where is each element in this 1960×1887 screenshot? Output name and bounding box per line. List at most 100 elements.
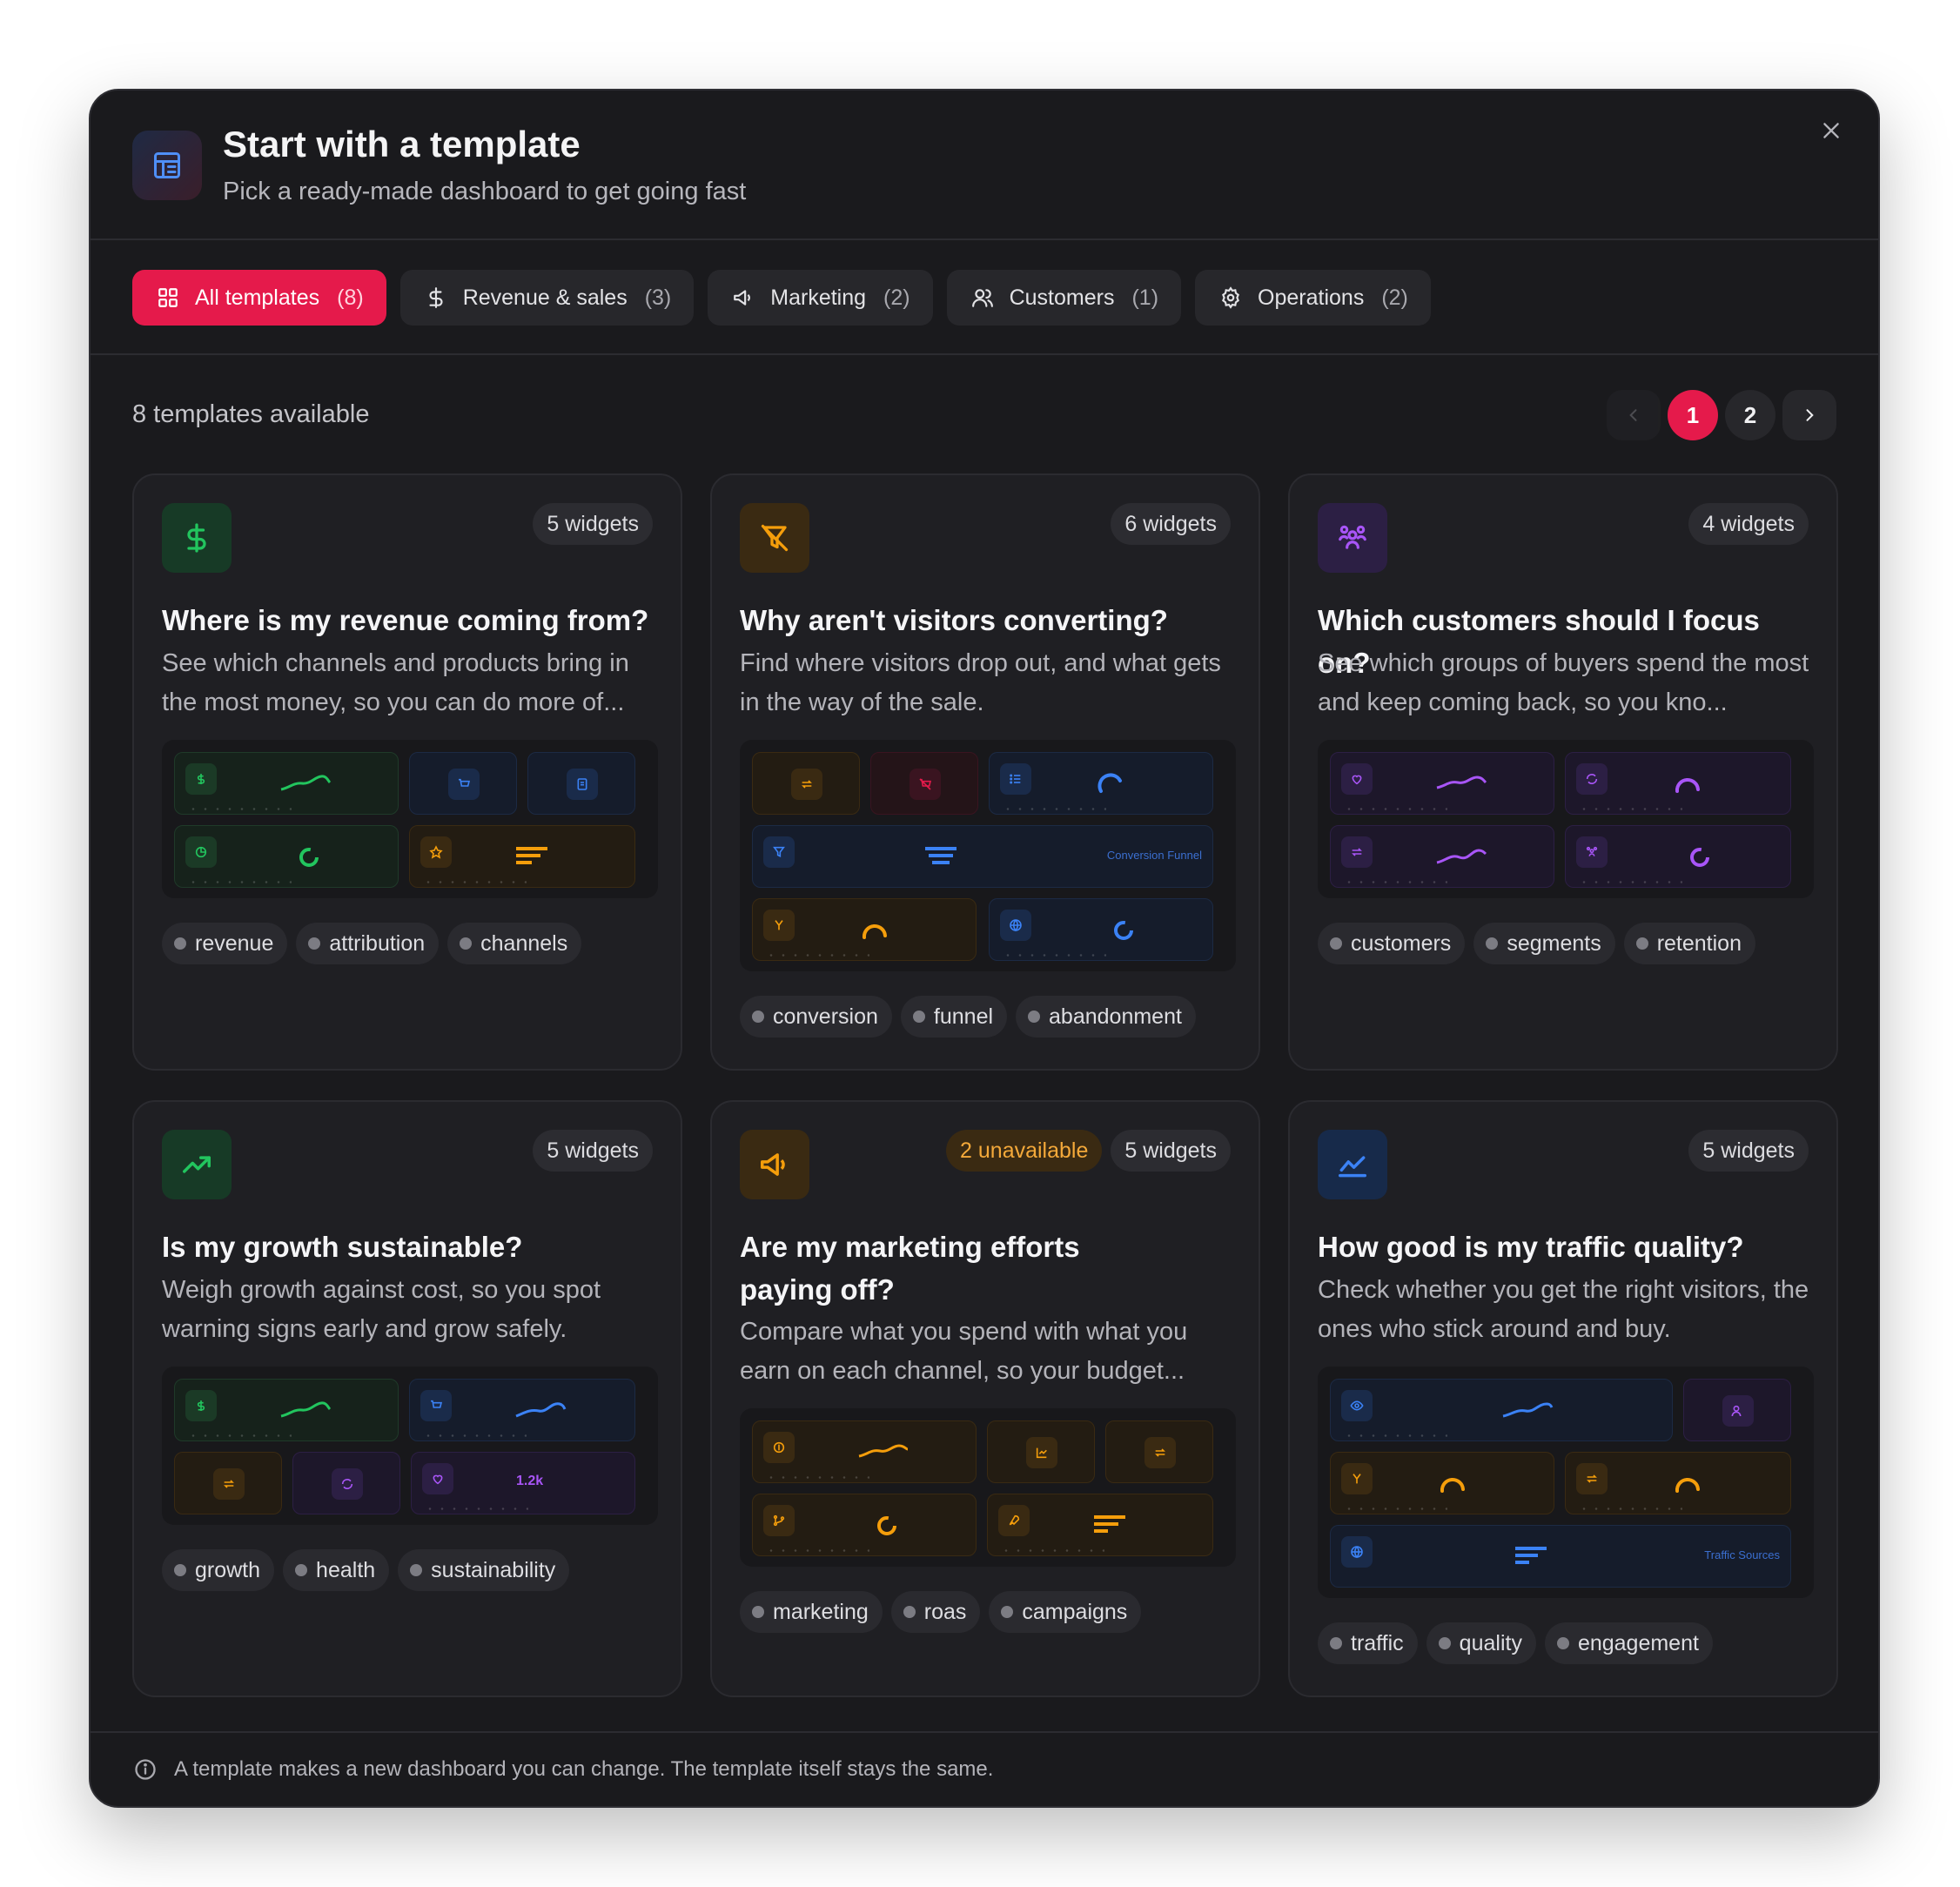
preview-widget [1565, 1452, 1791, 1514]
cart-icon [420, 1390, 452, 1421]
close-icon [1823, 123, 1839, 138]
template-card-growth[interactable]: 5 widgets Is my growth sustainable? Weig… [132, 1100, 682, 1697]
refresh-icon [332, 1468, 363, 1500]
tab-count: (1) [1131, 285, 1159, 310]
widget-count-badge: 5 widgets [1111, 1130, 1231, 1172]
tab-operations[interactable]: Operations (2) [1195, 270, 1431, 326]
tag[interactable]: growth [162, 1549, 275, 1591]
tab-label: Marketing [770, 285, 867, 310]
users-icon [970, 285, 996, 311]
template-card-traffic[interactable]: 5 widgets How good is my traffic quality… [1288, 1100, 1838, 1697]
pie-chart-icon [185, 836, 217, 868]
preview-widget: Traffic Sources [1330, 1525, 1791, 1588]
tag[interactable]: funnel [900, 996, 1008, 1038]
modal-footer: A template makes a new dashboard you can… [91, 1731, 1878, 1806]
tag[interactable]: segments [1473, 923, 1615, 964]
megaphone-icon [730, 285, 756, 311]
tab-label: All templates [195, 285, 320, 310]
widget-count-badge: 5 widgets [533, 1130, 653, 1172]
modal-title: Start with a template [223, 124, 581, 165]
tab-marketing[interactable]: Marketing (2) [708, 270, 933, 326]
card-preview: 1.2k [162, 1367, 658, 1525]
tag[interactable]: quality [1426, 1622, 1536, 1664]
tab-count: (3) [644, 285, 672, 310]
tag[interactable]: retention [1623, 923, 1755, 964]
template-card-conversion[interactable]: 6 widgets Why aren't visitors converting… [710, 473, 1260, 1071]
tag[interactable]: marketing [740, 1591, 883, 1633]
card-title: Why aren't visitors converting? [740, 604, 1168, 636]
widget-count-badge: 5 widgets [533, 503, 653, 545]
tag[interactable]: attribution [296, 923, 440, 964]
tag[interactable]: customers [1318, 923, 1466, 964]
preview-widget [870, 752, 978, 815]
next-page-button[interactable] [1782, 390, 1836, 440]
prev-page-button[interactable] [1607, 390, 1661, 440]
preview-widget-label: Traffic Sources [1704, 1548, 1780, 1561]
card-title: How good is my traffic quality? [1318, 1231, 1744, 1263]
list-icon [1000, 763, 1031, 795]
card-description: Find where visitors drop out, and what g… [740, 649, 1221, 716]
arrows-icon [1576, 1463, 1608, 1494]
tag[interactable]: conversion [740, 996, 892, 1038]
area-chart-icon [1318, 1130, 1387, 1199]
tag[interactable]: revenue [162, 923, 288, 964]
page-button-2[interactable]: 2 [1725, 390, 1775, 440]
widget-count-badge: 6 widgets [1111, 503, 1231, 545]
tag[interactable]: sustainability [398, 1549, 570, 1591]
template-card-revenue[interactable]: 5 widgets Where is my revenue coming fro… [132, 473, 682, 1071]
preview-widget [987, 1420, 1095, 1483]
card-title: Where is my revenue coming from? [162, 604, 649, 636]
preview-widget [409, 825, 635, 888]
widget-count-badge: 5 widgets [1688, 1130, 1809, 1172]
tab-customers[interactable]: Customers (1) [946, 270, 1182, 326]
gauge-icon [1097, 773, 1122, 793]
tag[interactable]: abandonment [1016, 996, 1196, 1038]
sparkline-icon [280, 775, 332, 791]
preview-widget [1565, 825, 1791, 888]
template-card-customers[interactable]: 4 widgets Which customers should I focus… [1288, 473, 1838, 1071]
gauge-icon [1440, 1478, 1465, 1493]
preview-widget: 1.2k [411, 1452, 635, 1514]
tag-list: marketing roas campaigns [740, 1591, 1142, 1633]
chevron-left-icon [1629, 409, 1637, 421]
tab-count: (2) [1381, 285, 1408, 310]
donut-icon [299, 848, 319, 867]
tag[interactable]: engagement [1544, 1622, 1713, 1664]
chart-check-icon [1026, 1437, 1057, 1468]
tab-label: Revenue & sales [462, 285, 628, 310]
page-button-1[interactable]: 1 [1668, 390, 1718, 440]
tag[interactable]: roas [890, 1591, 981, 1633]
sparkline-icon [515, 1402, 567, 1418]
donut-icon [877, 1516, 896, 1535]
tab-revenue-sales[interactable]: Revenue & sales (3) [399, 270, 695, 326]
gauge-icon [1675, 778, 1700, 793]
card-preview [1318, 740, 1814, 898]
sparkline-icon [280, 1401, 332, 1418]
tag-list: revenue attribution channels [162, 923, 582, 964]
preview-widget [752, 898, 977, 961]
card-description: See which groups of buyers spend the mos… [1318, 649, 1809, 716]
tab-label: Operations [1258, 285, 1365, 310]
tab-all-templates[interactable]: All templates (8) [132, 270, 386, 326]
tag[interactable]: traffic [1318, 1622, 1418, 1664]
dollar-icon [423, 285, 449, 311]
heart-icon [422, 1463, 453, 1494]
preview-widget-value: 1.2k [516, 1474, 544, 1488]
tag[interactable]: channels [447, 923, 582, 964]
template-card-marketing[interactable]: 2 unavailable 5 widgets Are my marketing… [710, 1100, 1260, 1697]
donut-icon [1690, 848, 1709, 867]
card-description: Compare what you spend with what you ear… [740, 1318, 1188, 1385]
tag[interactable]: campaigns [989, 1591, 1142, 1633]
preview-widget [752, 752, 860, 815]
preview-widget [292, 1452, 400, 1514]
receipt-icon [567, 769, 598, 800]
preview-widget [752, 1494, 977, 1556]
preview-widget [527, 752, 635, 815]
preview-widget [1330, 825, 1554, 888]
close-button[interactable] [1810, 110, 1852, 151]
chevron-right-icon [1806, 409, 1814, 421]
tag[interactable]: health [283, 1549, 390, 1591]
cart-off-icon [910, 769, 941, 800]
templates-count: 8 templates available [132, 400, 370, 428]
category-tabs: All templates (8) Revenue & sales (3) Ma… [91, 242, 1878, 355]
